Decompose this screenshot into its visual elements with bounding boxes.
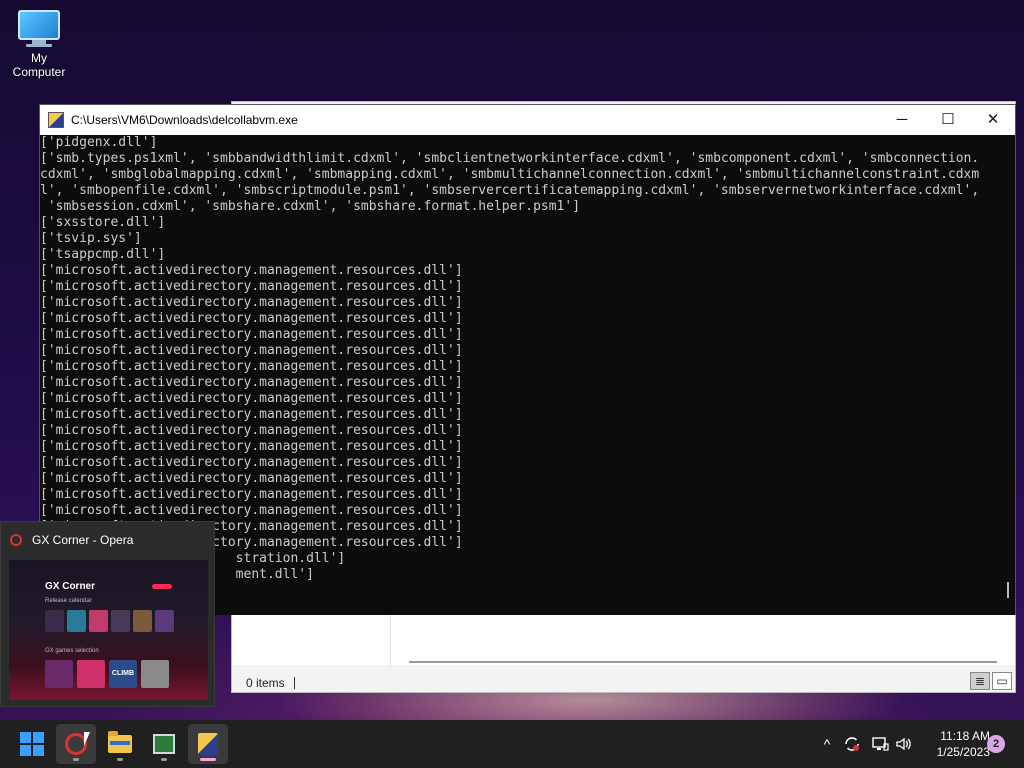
console-line: ['microsoft.activedirectory.management.r… xyxy=(40,375,463,390)
notification-badge[interactable]: 2 xyxy=(987,735,1005,753)
console-line: ['microsoft.activedirectory.management.r… xyxy=(40,471,463,486)
console-line: ['microsoft.activedirectory.management.r… xyxy=(40,423,463,438)
running-indicator xyxy=(117,758,123,761)
start-button[interactable] xyxy=(12,724,52,764)
mouse-cursor xyxy=(84,732,90,746)
console-title: C:\Users\VM6\Downloads\delcollabvm.exe xyxy=(71,113,298,127)
clock-date: 1/25/2023 xyxy=(936,745,990,759)
console-titlebar[interactable]: C:\Users\VM6\Downloads\delcollabvm.exe ─… xyxy=(40,105,1015,135)
details-view-icon[interactable]: ≣ xyxy=(970,672,990,690)
windows-logo-icon xyxy=(20,732,44,756)
desktop-icon-my-computer[interactable]: My Computer xyxy=(4,10,74,79)
explorer-horizontal-scrollbar[interactable] xyxy=(409,661,997,663)
volume-icon[interactable] xyxy=(894,720,914,768)
monitor-icon xyxy=(18,10,60,40)
console-line: ['microsoft.activedirectory.management.r… xyxy=(40,263,463,278)
console-scrollbar-thumb[interactable] xyxy=(1007,582,1009,598)
folder-icon xyxy=(108,731,132,753)
console-line: ['microsoft.activedirectory.management.r… xyxy=(40,503,463,518)
taskbar: ^ 11:18 AM 1/25/2023 xyxy=(0,720,1024,768)
close-button[interactable]: ✕ xyxy=(970,105,1016,135)
thumbnail-section-games: GX games selection xyxy=(45,648,99,654)
python-exe-icon xyxy=(48,112,64,128)
maximize-button[interactable]: ☐ xyxy=(925,105,971,135)
focused-indicator xyxy=(200,758,216,761)
console-line: ['microsoft.activedirectory.management.r… xyxy=(40,439,463,454)
desktop-icon-label: My Computer xyxy=(12,51,66,79)
console-line: ['microsoft.activedirectory.management.r… xyxy=(40,279,463,294)
opera-icon xyxy=(10,534,22,546)
network-icon[interactable] xyxy=(870,720,890,768)
running-indicator xyxy=(73,758,79,761)
thumbnail-tiles-row xyxy=(45,610,174,632)
python-exe-icon xyxy=(198,733,218,755)
sync-icon[interactable] xyxy=(842,720,862,768)
console-line: ['sxsstore.dll'] xyxy=(40,215,166,230)
preview-thumbnail[interactable]: GX Corner Release calendar GX games sele… xyxy=(9,560,208,700)
explorer-content-area[interactable] xyxy=(232,615,1015,665)
clock[interactable]: 11:18 AM 1/25/2023 xyxy=(918,728,990,760)
console-line: ['microsoft.activedirectory.management.r… xyxy=(40,295,463,310)
explorer-pane-divider[interactable] xyxy=(390,615,391,667)
status-separator xyxy=(294,677,295,689)
console-line: ['microsoft.activedirectory.management.r… xyxy=(40,311,463,326)
console-line: l', 'smbopenfile.cdxml', 'smbscriptmodul… xyxy=(40,183,980,198)
file-explorer-button[interactable] xyxy=(100,724,140,764)
thumbnail-badge xyxy=(152,584,172,589)
taskbar-preview-opera[interactable]: GX Corner - Opera GX Corner Release cale… xyxy=(0,521,215,707)
task-manager-icon xyxy=(153,734,175,754)
thumbnail-games-row: CLIMB xyxy=(45,660,169,688)
console-line: ['microsoft.activedirectory.management.r… xyxy=(40,391,463,406)
console-line: 'smbsession.cdxml', 'smbshare.cdxml', 's… xyxy=(40,199,581,214)
python-exe-button[interactable] xyxy=(188,724,228,764)
console-line: ['pidgenx.dll'] xyxy=(40,135,158,150)
console-line: ['smb.types.ps1xml', 'smbbandwidthlimit.… xyxy=(40,151,980,166)
console-line: ['tsvip.sys'] xyxy=(40,231,142,246)
large-icons-view-icon[interactable]: ▭ xyxy=(992,672,1012,690)
show-hidden-icons-button[interactable]: ^ xyxy=(818,720,836,768)
clock-time: 11:18 AM xyxy=(940,729,990,743)
thumbnail-heading: GX Corner xyxy=(45,581,96,592)
thumbnail-section-release: Release calendar xyxy=(45,598,92,604)
console-line: ['microsoft.activedirectory.management.r… xyxy=(40,407,463,422)
minimize-button[interactable]: ─ xyxy=(879,105,925,135)
explorer-status-text: 0 items xyxy=(246,676,285,690)
console-line: ['microsoft.activedirectory.management.r… xyxy=(40,359,463,374)
console-line: cdxml', 'smbglobalmapping.cdxml', 'smbma… xyxy=(40,167,980,182)
console-line: ['microsoft.activedirectory.management.r… xyxy=(40,455,463,470)
console-line: ['microsoft.activedirectory.management.r… xyxy=(40,487,463,502)
preview-title: GX Corner - Opera xyxy=(32,533,134,547)
console-line: ['microsoft.activedirectory.management.r… xyxy=(40,343,463,358)
console-line: ['tsappcmp.dll'] xyxy=(40,247,166,262)
running-indicator xyxy=(161,758,167,761)
console-scrollbar[interactable] xyxy=(999,135,1015,615)
console-line: ['microsoft.activedirectory.management.r… xyxy=(40,327,463,342)
task-manager-button[interactable] xyxy=(144,724,184,764)
opera-button[interactable] xyxy=(56,724,96,764)
